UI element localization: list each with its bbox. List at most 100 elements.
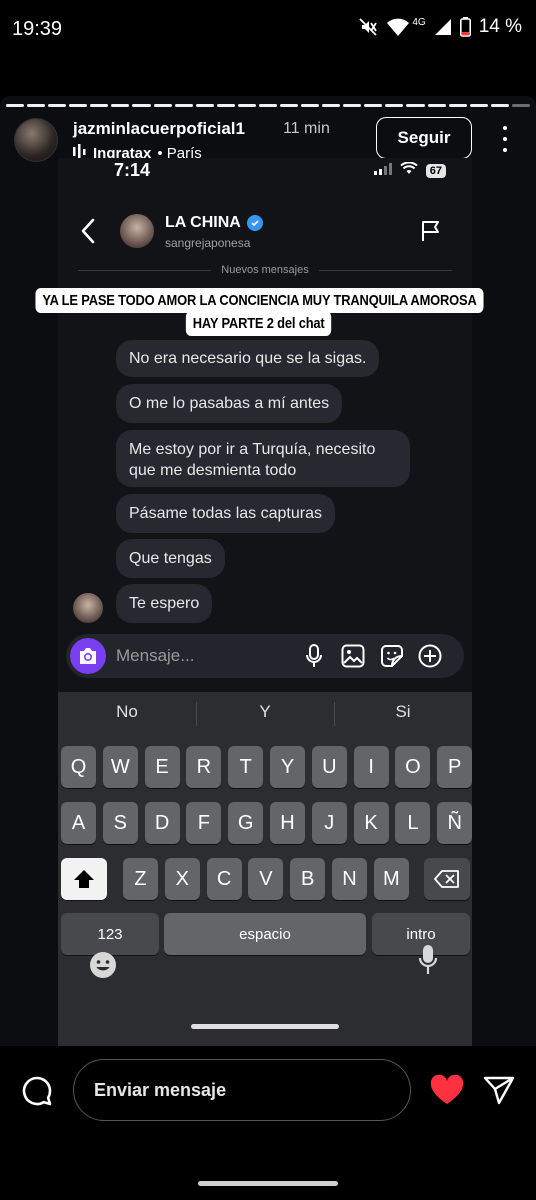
message-bubble: Te espero bbox=[116, 584, 213, 623]
camera-icon[interactable] bbox=[70, 638, 106, 674]
numbers-key[interactable]: 123 bbox=[61, 913, 159, 955]
microphone-icon[interactable] bbox=[304, 644, 324, 673]
sticker-icon[interactable] bbox=[380, 644, 404, 673]
story-progress-segment bbox=[111, 104, 130, 107]
chat-bubble-icon[interactable] bbox=[22, 1076, 52, 1111]
screenshot-status-icons: 67 bbox=[373, 161, 446, 180]
story-progress-segment bbox=[406, 104, 425, 107]
send-message-placeholder: Enviar mensaje bbox=[94, 1080, 227, 1100]
key-j[interactable]: J bbox=[311, 802, 347, 844]
message-bubble: Que tengas bbox=[116, 539, 225, 578]
key-b[interactable]: B bbox=[290, 858, 326, 900]
story-progress-segment bbox=[280, 104, 299, 107]
key-k[interactable]: K bbox=[353, 802, 389, 844]
key-h[interactable]: H bbox=[270, 802, 305, 844]
chat-contact-avatar[interactable] bbox=[120, 214, 154, 248]
dictation-microphone-icon[interactable] bbox=[418, 944, 438, 981]
message-bubble: Me estoy por ir a Turquía, necesito que … bbox=[116, 430, 410, 487]
story-progress-segment bbox=[69, 104, 88, 107]
key-c[interactable]: C bbox=[206, 858, 242, 900]
story-progress-segment bbox=[153, 104, 172, 107]
story-reply-bar: Enviar mensaje bbox=[0, 1046, 536, 1200]
suggestion-1[interactable]: No bbox=[58, 702, 196, 722]
story-time-ago: 11 min bbox=[283, 120, 330, 137]
key-x[interactable]: X bbox=[164, 858, 200, 900]
caption-line-2: HAY PARTE 2 del chat bbox=[186, 311, 332, 336]
story-progress-segment bbox=[6, 104, 25, 107]
key-s[interactable]: S bbox=[102, 802, 138, 844]
key-v[interactable]: V bbox=[248, 858, 284, 900]
more-options-icon[interactable] bbox=[500, 126, 510, 152]
battery-percent: 14 % bbox=[478, 16, 522, 37]
key-a[interactable]: A bbox=[61, 802, 96, 844]
message-bubble: O me lo pasabas a mí antes bbox=[116, 384, 343, 423]
key-d[interactable]: D bbox=[144, 802, 180, 844]
message-bubble: Pásame todas las capturas bbox=[116, 494, 335, 533]
screenshot-battery: 67 bbox=[425, 164, 446, 178]
gallery-icon[interactable] bbox=[341, 644, 365, 673]
like-heart-icon[interactable] bbox=[430, 1074, 464, 1110]
network-type: 4G bbox=[412, 16, 426, 28]
key-y[interactable]: Y bbox=[270, 746, 305, 788]
key-g[interactable]: G bbox=[228, 802, 264, 844]
message-input-placeholder[interactable]: Mensaje... bbox=[116, 646, 194, 666]
story-progress bbox=[6, 104, 530, 107]
message-bubble: No era necesario que se la sigas. bbox=[116, 340, 380, 377]
key-r[interactable]: R bbox=[186, 746, 222, 788]
story-frame[interactable]: jazminlacuerpoficial1 11 min Ingratax • … bbox=[0, 96, 536, 1046]
key-i[interactable]: I bbox=[353, 746, 389, 788]
story-progress-segment bbox=[385, 104, 404, 107]
follow-button[interactable]: Seguir bbox=[376, 117, 472, 159]
screenshot-time: 7:14 bbox=[114, 160, 151, 180]
wifi-icon bbox=[386, 17, 410, 37]
story-progress-segment bbox=[237, 104, 256, 107]
key-t[interactable]: T bbox=[228, 746, 264, 788]
status-bar: 19:39 4G 14 % bbox=[0, 0, 536, 58]
key-z[interactable]: Z bbox=[123, 858, 158, 900]
back-chevron-icon[interactable] bbox=[80, 218, 96, 249]
key-e[interactable]: E bbox=[144, 746, 180, 788]
sender-avatar bbox=[73, 593, 103, 623]
chat-contact-name[interactable]: LA CHINA bbox=[165, 214, 263, 232]
story-caption: YA LE PASE TODO AMOR LA CONCIENCIA MUY T… bbox=[34, 288, 484, 336]
story-progress-segment bbox=[90, 104, 109, 107]
wifi-icon bbox=[400, 161, 418, 180]
emoji-icon[interactable] bbox=[88, 950, 118, 985]
key-l[interactable]: L bbox=[395, 802, 431, 844]
verified-badge-icon bbox=[246, 215, 263, 231]
home-indicator bbox=[191, 1024, 339, 1029]
shift-key[interactable] bbox=[61, 858, 107, 900]
key-ñ[interactable]: Ñ bbox=[437, 802, 473, 844]
key-n[interactable]: N bbox=[332, 858, 367, 900]
story-progress-segment bbox=[258, 104, 278, 107]
story-progress-segment bbox=[427, 104, 446, 107]
status-time: 19:39 bbox=[12, 18, 63, 40]
battery-icon bbox=[459, 17, 471, 37]
caption-line-1: YA LE PASE TODO AMOR LA CONCIENCIA MUY T… bbox=[34, 288, 484, 313]
story-progress-segment bbox=[448, 104, 467, 107]
key-q[interactable]: Q bbox=[61, 746, 96, 788]
send-message-input[interactable]: Enviar mensaje bbox=[73, 1059, 411, 1121]
story-progress-segment bbox=[322, 104, 341, 107]
suggestion-2[interactable]: Y bbox=[196, 702, 334, 722]
key-o[interactable]: O bbox=[395, 746, 431, 788]
space-key[interactable]: espacio bbox=[164, 913, 366, 955]
key-w[interactable]: W bbox=[102, 746, 138, 788]
add-icon[interactable] bbox=[418, 644, 442, 673]
key-m[interactable]: M bbox=[373, 858, 409, 900]
report-flag-icon[interactable] bbox=[420, 220, 442, 247]
mute-icon bbox=[358, 17, 378, 37]
key-u[interactable]: U bbox=[311, 746, 347, 788]
story-progress-segment bbox=[490, 104, 509, 107]
story-progress-segment bbox=[364, 104, 383, 107]
key-p[interactable]: P bbox=[437, 746, 473, 788]
story-username[interactable]: jazminlacuerpoficial1 bbox=[73, 119, 245, 139]
story-progress-segment bbox=[132, 104, 151, 107]
suggestion-3[interactable]: Si bbox=[334, 702, 472, 722]
share-send-icon[interactable] bbox=[483, 1075, 515, 1110]
signal-icon bbox=[434, 18, 452, 36]
backspace-key[interactable] bbox=[424, 858, 470, 900]
message-composer[interactable]: Mensaje... bbox=[66, 634, 464, 678]
key-f[interactable]: F bbox=[186, 802, 222, 844]
story-author-avatar[interactable] bbox=[14, 118, 58, 162]
